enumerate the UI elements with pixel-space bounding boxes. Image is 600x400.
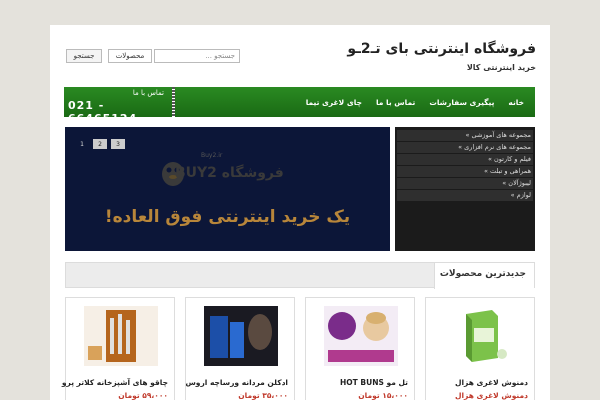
category-item[interactable]: همراهی و تبلت »	[397, 166, 533, 177]
nav-item-contact[interactable]: تماس با ما	[369, 98, 422, 107]
product-name[interactable]: ادکلن مردانه ورساچه اروس	[185, 378, 288, 387]
category-item[interactable]: فیلم و کارتون »	[397, 154, 533, 165]
slider-logo-small: Buy2.ir	[201, 152, 223, 159]
category-item[interactable]: لوازم »	[397, 190, 533, 201]
category-item[interactable]: مجموعه های آموزشی »	[397, 130, 533, 141]
product-name[interactable]: چاقو های آشپزخانه کلاتر پرو	[62, 378, 168, 387]
site-title[interactable]: فروشگاه اینترنتی بای تـ2ـو	[347, 41, 536, 57]
search-input[interactable]: جستجو ...	[154, 49, 240, 63]
nav-item-slimming-tea[interactable]: چای لاغری تیما	[299, 98, 369, 107]
nav-item-home[interactable]: خانه	[501, 98, 531, 107]
page-container: فروشگاه اینترنتی بای تـ2ـو خرید اینترنتی…	[50, 25, 550, 400]
main-nav: خانه پیگیری سفارشات تماس با ما چای لاغری…	[175, 87, 535, 117]
category-item[interactable]: لیبوژآلان »	[397, 178, 533, 189]
search-button[interactable]: جستجو	[66, 49, 102, 63]
product-card[interactable]: تل مو HOT BUNS ۱۵،۰۰۰ تومان	[305, 297, 415, 400]
new-products-title: جدیدترین محصولات	[439, 269, 526, 279]
product-price: دمنوش لاغری هزال	[454, 391, 528, 400]
tea-box-image	[466, 310, 507, 362]
product-grid: دمنوش لاغری هزال دمنوش لاغری هزال تل مو …	[62, 297, 535, 400]
contact-phone: 021 - 66465124	[68, 99, 138, 125]
site-tagline: خرید اینترنتی کالا	[466, 63, 536, 72]
product-price: ۵۹،۰۰۰ تومان	[118, 391, 168, 400]
product-card[interactable]: ادکلن مردانه ورساچه اروس ۳۵،۰۰۰ تومان	[185, 297, 295, 400]
new-products-header: جدیدترین محصولات	[65, 262, 535, 289]
product-price: ۱۵،۰۰۰ تومان	[358, 391, 408, 400]
slider-banner-text: یک خرید اینترنتی فوق العاده!	[104, 207, 351, 227]
product-name[interactable]: دمنوش لاغری هزال	[455, 378, 528, 387]
slider-dot[interactable]: 3	[111, 139, 125, 149]
contact-box: تماس با ما 021 - 66465124	[64, 87, 175, 125]
knife-set-image	[84, 306, 158, 366]
nav-item-order-tracking[interactable]: پیگیری سفارشات	[422, 98, 501, 107]
hair-product-image	[324, 306, 398, 366]
category-menu: مجموعه های آموزشی » مجموعه های نرم افزار…	[395, 127, 535, 251]
slider-dots: 1 2 3	[75, 139, 125, 149]
product-price: ۳۵،۰۰۰ تومان	[238, 391, 288, 400]
product-card[interactable]: چاقو های آشپزخانه کلاتر پرو ۵۹،۰۰۰ تومان	[62, 297, 175, 400]
category-item[interactable]: مجموعه های نرم افزاری »	[397, 142, 533, 153]
search-category-select[interactable]: محصولات	[108, 49, 152, 63]
slider-logo-text: فروشگاه BUY2	[175, 165, 284, 181]
banner-slider[interactable]: 1 2 3 Buy2.ir فروشگاه BUY2 یک خرید اینتر…	[65, 127, 390, 251]
perfume-image	[204, 306, 278, 366]
contact-label: تماس با ما	[132, 89, 164, 97]
slider-dot[interactable]: 2	[93, 139, 107, 149]
product-name[interactable]: تل مو HOT BUNS	[340, 378, 408, 387]
contact-box-edge	[172, 87, 175, 117]
product-card[interactable]: دمنوش لاغری هزال دمنوش لاغری هزال	[425, 297, 535, 400]
slider-dot[interactable]: 1	[75, 139, 89, 149]
